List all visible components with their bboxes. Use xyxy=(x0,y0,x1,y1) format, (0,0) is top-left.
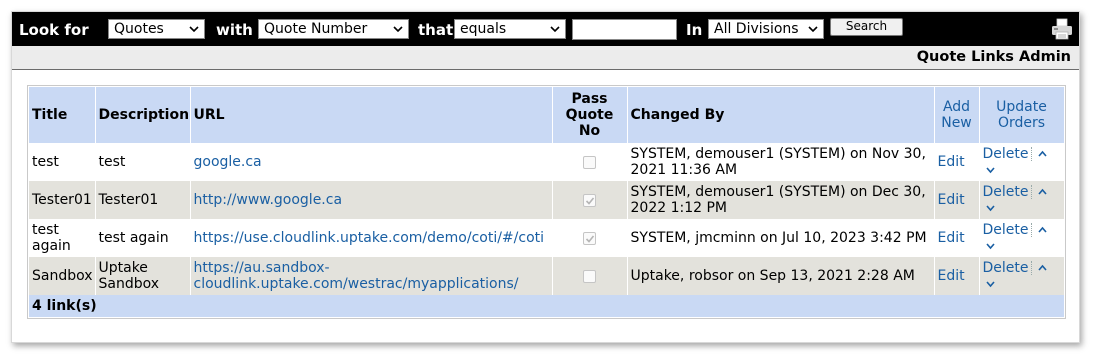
pass-quote-no-checkbox xyxy=(583,155,596,169)
search-query-input[interactable] xyxy=(572,19,677,40)
cell-edit: Edit xyxy=(934,143,980,181)
divider xyxy=(1030,185,1033,199)
look-for-select[interactable]: Quotes xyxy=(108,19,205,39)
divider xyxy=(1030,147,1033,161)
table-footer-row: 4 link(s) xyxy=(29,295,1065,317)
cell-title: Sandbox xyxy=(29,257,96,295)
delete-link[interactable]: Delete xyxy=(983,222,1029,238)
cell-description: Tester01 xyxy=(95,181,191,219)
chevron-up-icon[interactable] xyxy=(1037,149,1048,159)
add-new-link[interactable]: Add New xyxy=(934,87,980,143)
dropdown-chevron-icon xyxy=(808,26,818,33)
dropdown-chevron-icon xyxy=(550,26,560,33)
url-link[interactable]: google.ca xyxy=(194,154,262,170)
cell-changed-by: SYSTEM, jmcminn on Jul 10, 2023 3:42 PM xyxy=(627,219,935,257)
with-label: with xyxy=(216,21,253,39)
that-label: that xyxy=(418,21,454,39)
column-header-url: URL xyxy=(190,87,553,143)
cell-url: https://use.cloudlink.uptake.com/demo/co… xyxy=(190,219,553,257)
printer-icon[interactable] xyxy=(1051,18,1073,40)
cell-pass-quote-no xyxy=(552,219,628,257)
cell-pass-quote-no xyxy=(552,143,628,181)
edit-link[interactable]: Edit xyxy=(938,154,965,170)
dropdown-chevron-icon xyxy=(393,26,403,33)
cell-actions: Delete xyxy=(979,257,1065,295)
cell-title: test xyxy=(29,143,96,181)
dropdown-chevron-icon xyxy=(189,26,199,33)
with-field-select[interactable]: Quote Number xyxy=(258,19,409,39)
column-header-title: Title xyxy=(29,87,96,143)
operator-select[interactable]: equals xyxy=(454,19,566,39)
cell-edit: Edit xyxy=(934,257,980,295)
chevron-up-icon[interactable] xyxy=(1037,187,1048,197)
page-title-bar: Quote Links Admin xyxy=(12,46,1079,70)
page-title: Quote Links Admin xyxy=(916,49,1071,65)
column-header-pass-quote-no: Pass Quote No xyxy=(552,87,628,143)
chevron-up-icon[interactable] xyxy=(1037,263,1048,273)
cell-actions: Delete xyxy=(979,219,1065,257)
delete-link[interactable]: Delete xyxy=(983,260,1029,276)
table-row: test again test again https://use.cloudl… xyxy=(29,219,1065,257)
chevron-down-icon[interactable] xyxy=(985,165,996,175)
url-link[interactable]: https://au.sandbox-cloudlink.uptake.com/… xyxy=(194,260,519,292)
cell-edit: Edit xyxy=(934,219,980,257)
column-header-changed-by: Changed By xyxy=(627,87,935,143)
delete-link[interactable]: Delete xyxy=(983,184,1029,200)
look-for-label: Look for xyxy=(19,21,89,39)
column-header-description: Description xyxy=(95,87,191,143)
chevron-up-icon[interactable] xyxy=(1037,225,1048,235)
cell-url: https://au.sandbox-cloudlink.uptake.com/… xyxy=(190,257,553,295)
divider xyxy=(1030,223,1033,237)
division-select[interactable]: All Divisions xyxy=(708,19,824,39)
cell-description: test xyxy=(95,143,191,181)
table-row: Tester01 Tester01 http://www.google.ca S… xyxy=(29,181,1065,219)
pass-quote-no-checkbox xyxy=(583,193,596,207)
divider xyxy=(1030,261,1033,275)
url-link[interactable]: http://www.google.ca xyxy=(194,192,343,208)
quote-links-table: Title Description URL Pass Quote No Chan… xyxy=(29,87,1065,317)
in-label: In xyxy=(686,21,703,39)
cell-pass-quote-no xyxy=(552,181,628,219)
table-row: test test google.ca SYSTEM, demouser1 (S… xyxy=(29,143,1065,181)
quote-links-admin-panel: Look for Quotes with Quote Number that e… xyxy=(11,11,1080,343)
edit-link[interactable]: Edit xyxy=(938,192,965,208)
cell-description: test again xyxy=(95,219,191,257)
cell-url: google.ca xyxy=(190,143,553,181)
search-bar: Look for Quotes with Quote Number that e… xyxy=(12,12,1079,46)
cell-changed-by: SYSTEM, demouser1 (SYSTEM) on Nov 30, 20… xyxy=(627,143,935,181)
cell-changed-by: Uptake, robsor on Sep 13, 2021 2:28 AM xyxy=(627,257,935,295)
pass-quote-no-checkbox xyxy=(583,231,596,245)
cell-url: http://www.google.ca xyxy=(190,181,553,219)
pass-quote-no-checkbox xyxy=(583,269,596,283)
delete-link[interactable]: Delete xyxy=(983,146,1029,162)
link-count: 4 link(s) xyxy=(29,295,1065,317)
chevron-down-icon[interactable] xyxy=(985,241,996,251)
checkmark-icon xyxy=(585,234,595,243)
edit-link[interactable]: Edit xyxy=(938,268,965,284)
table-header-row: Title Description URL Pass Quote No Chan… xyxy=(29,87,1065,143)
checkmark-icon xyxy=(585,196,595,205)
cell-edit: Edit xyxy=(934,181,980,219)
table-row: Sandbox Uptake Sandbox https://au.sandbo… xyxy=(29,257,1065,295)
cell-title: Tester01 xyxy=(29,181,96,219)
edit-link[interactable]: Edit xyxy=(938,230,965,246)
quote-links-table-container: Title Description URL Pass Quote No Chan… xyxy=(27,85,1066,319)
update-orders-link[interactable]: Update Orders xyxy=(979,87,1065,143)
chevron-down-icon[interactable] xyxy=(985,279,996,289)
url-link[interactable]: https://use.cloudlink.uptake.com/demo/co… xyxy=(194,230,545,246)
search-button[interactable]: Search xyxy=(830,18,903,36)
chevron-down-icon[interactable] xyxy=(985,203,996,213)
cell-changed-by: SYSTEM, demouser1 (SYSTEM) on Dec 30, 20… xyxy=(627,181,935,219)
cell-actions: Delete xyxy=(979,143,1065,181)
cell-pass-quote-no xyxy=(552,257,628,295)
cell-description: Uptake Sandbox xyxy=(95,257,191,295)
cell-actions: Delete xyxy=(979,181,1065,219)
cell-title: test again xyxy=(29,219,96,257)
